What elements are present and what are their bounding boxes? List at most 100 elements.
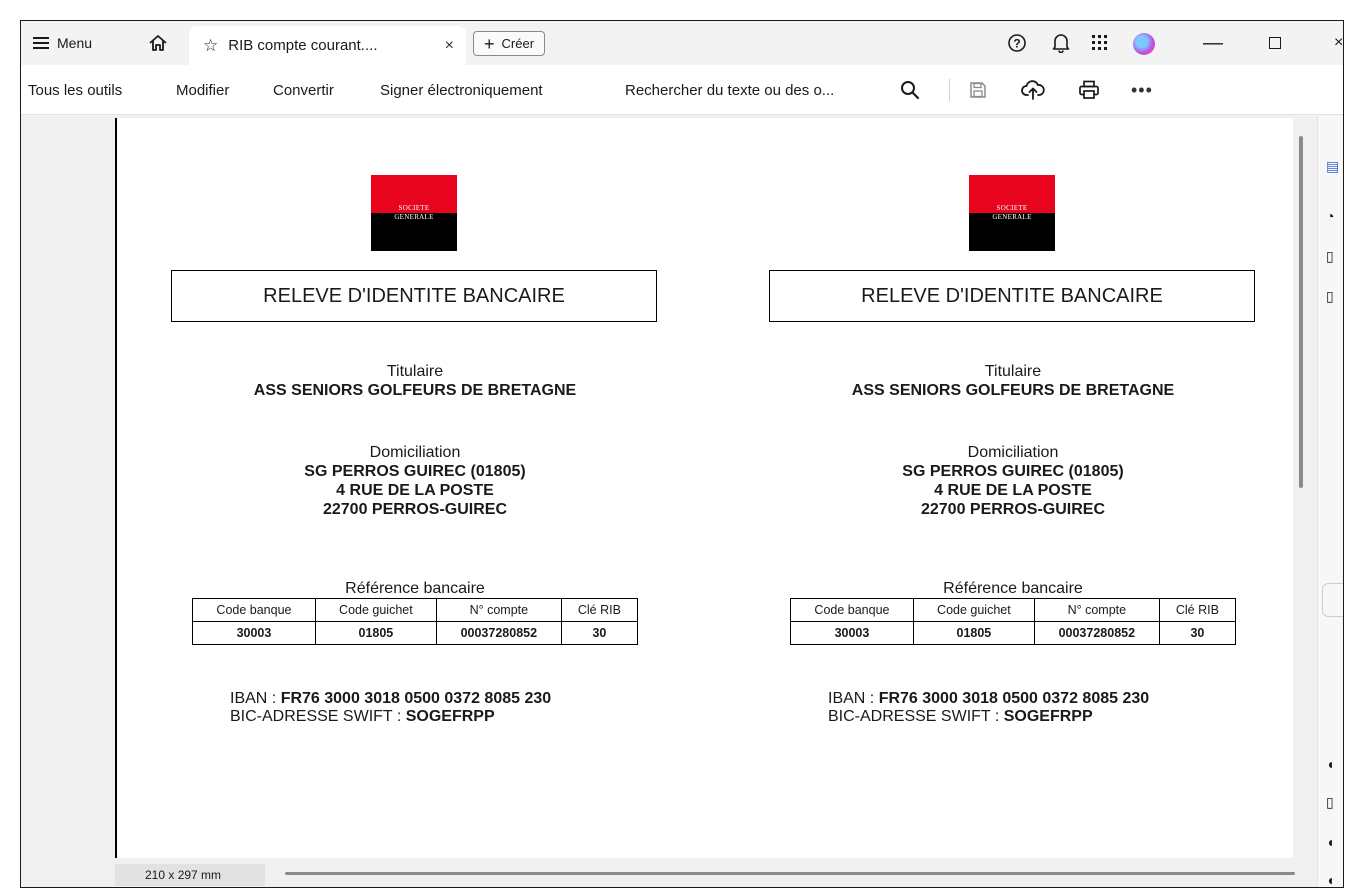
table-cell: 00037280852 [1033,621,1160,645]
domiciliation-line: SG PERROS GUIREC (01805) [902,463,1124,480]
search-input[interactable]: Rechercher du texte ou des o... [625,65,834,115]
avatar[interactable] [1133,33,1155,55]
table-header: Code guichet [912,598,1035,622]
societe-generale-logo: SOCIETE GENERALE [969,175,1055,251]
logo-text-bottom: GENERALE [394,213,434,221]
menu-button[interactable]: Menu [33,21,92,65]
more-icon[interactable]: ••• [1131,65,1153,115]
tab-title: RIB compte courant.... [228,37,378,54]
pages-icon[interactable]: ▯ [1326,288,1340,304]
table-cell: 01805 [314,621,437,645]
rib-title: RELEVE D'IDENTITE BANCAIRE [769,270,1255,322]
horizontal-scrollbar[interactable] [285,872,1295,875]
table-header-row: Code banque Code guichet N° compte Clé R… [192,598,639,622]
table-cell: 30003 [192,621,316,645]
panel-icon[interactable]: ◖ [1326,872,1340,887]
bic-value: SOGEFRPP [405,708,495,725]
edit-button[interactable]: Modifier [176,65,229,115]
panel-icon[interactable]: ◖ [1326,834,1340,850]
iban-label: IBAN : [828,690,879,707]
panel-icon[interactable]: ▤ [1326,158,1340,174]
notifications-button[interactable] [1052,21,1070,65]
svg-text:?: ? [1013,37,1020,51]
table-header: Clé RIB [1158,598,1237,622]
vertical-scrollbar[interactable] [1299,136,1303,488]
tab-document[interactable]: ☆ RIB compte courant.... × [189,26,466,65]
bic-line: BIC-ADRESSE SWIFT : SOGEFRPP [230,707,495,726]
panel-toggle-button[interactable] [1322,583,1343,617]
tab-close-icon[interactable]: × [445,37,454,55]
create-label: Créer [501,36,535,51]
minimize-icon: — [1203,31,1223,54]
print-button[interactable] [1078,65,1100,115]
sign-button[interactable]: Signer électroniquement [380,65,543,115]
domiciliation-line: 22700 PERROS-GUIREC [920,501,1106,518]
holder-label: Titulaire [386,363,444,380]
holder-block: Titulaire ASS SENIORS GOLFEURS DE BRETAG… [117,362,713,400]
logo-text-top: SOCIETE [996,204,1028,212]
logo-text-top: SOCIETE [398,204,430,212]
status-bar: 210 x 297 mm [115,858,1317,887]
pdf-page-right: SOCIETE GENERALE RELEVE D'IDENTITE BANCA… [713,118,1293,860]
page-size-label: 210 x 297 mm [115,864,265,886]
domiciliation-block: Domiciliation SG PERROS GUIREC (01805) 4… [117,443,713,519]
help-button[interactable]: ? [1007,21,1027,65]
save-icon [970,82,986,98]
domiciliation-line: SG PERROS GUIREC (01805) [304,463,526,480]
table-header: Code banque [192,598,316,622]
iban-line: IBAN : FR76 3000 3018 0500 0372 8085 230 [828,689,1149,708]
right-side-panel: ▤ ◔ ▯ ▯ ◖ ▯ ◖ ◖ [1317,116,1343,887]
holder-name: ASS SENIORS GOLFEURS DE BRETAGNE [253,382,577,399]
rib-title: RELEVE D'IDENTITE BANCAIRE [171,270,657,322]
upload-button[interactable] [1021,65,1045,115]
hamburger-icon [33,37,49,49]
home-icon [149,35,167,51]
table-row: 30003 01805 00037280852 30 [192,621,639,645]
domiciliation-label: Domiciliation [369,444,461,461]
rib-table: Code banque Code guichet N° compte Clé R… [192,598,639,645]
upload-icon [1021,80,1045,100]
table-header-row: Code banque Code guichet N° compte Clé R… [790,598,1237,622]
bank-reference-label: Référence bancaire [345,580,485,597]
document-viewer[interactable]: SOCIETE GENERALE RELEVE D'IDENTITE BANCA… [21,116,1317,887]
create-button[interactable]: + Créer [473,31,546,56]
menu-label: Menu [57,35,93,51]
logo-text-bottom: GENERALE [992,213,1032,221]
iban-label: IBAN : [230,690,281,707]
convert-button[interactable]: Convertir [273,65,334,115]
bank-reference-label: Référence bancaire [943,580,1083,597]
maximize-icon [1269,37,1281,49]
table-row: 30003 01805 00037280852 30 [790,621,1237,645]
domiciliation-line: 4 RUE DE LA POSTE [336,482,494,499]
bookmark-icon[interactable]: ▯ [1326,248,1340,264]
panel-icon[interactable]: ◔ [1326,208,1340,224]
bic-label: BIC-ADRESSE SWIFT : [230,708,406,725]
iban-value: FR76 3000 3018 0500 0372 8085 230 [878,690,1150,707]
table-header: N° compte [435,598,562,622]
panel-icon[interactable]: ▯ [1326,794,1340,810]
societe-generale-logo: SOCIETE GENERALE [371,175,457,251]
plus-icon: + [484,33,495,54]
domiciliation-line: 4 RUE DE LA POSTE [934,482,1092,499]
apps-button[interactable] [1092,21,1108,65]
home-button[interactable] [148,21,168,65]
iban-line: IBAN : FR76 3000 3018 0500 0372 8085 230 [230,689,551,708]
iban-value: FR76 3000 3018 0500 0372 8085 230 [280,690,552,707]
rib-table: Code banque Code guichet N° compte Clé R… [790,598,1237,645]
panel-icon[interactable]: ◖ [1326,756,1340,772]
minimize-button[interactable]: — [1203,21,1223,65]
search-button[interactable] [900,65,920,115]
star-icon[interactable]: ☆ [203,36,218,56]
pdf-page-left: SOCIETE GENERALE RELEVE D'IDENTITE BANCA… [115,118,715,860]
close-button[interactable]: × [1334,21,1343,65]
title-bar: Menu ☆ RIB compte courant.... × + Créer … [21,21,1343,65]
save-button[interactable] [969,65,987,115]
maximize-button[interactable] [1269,21,1281,65]
help-icon: ? [1008,34,1026,52]
table-cell: 30003 [790,621,914,645]
bell-icon [1052,34,1070,53]
print-icon [1079,80,1099,99]
all-tools-button[interactable]: Tous les outils [28,65,122,115]
table-header: Clé RIB [560,598,639,622]
acrobat-window: Menu ☆ RIB compte courant.... × + Créer … [20,20,1344,888]
